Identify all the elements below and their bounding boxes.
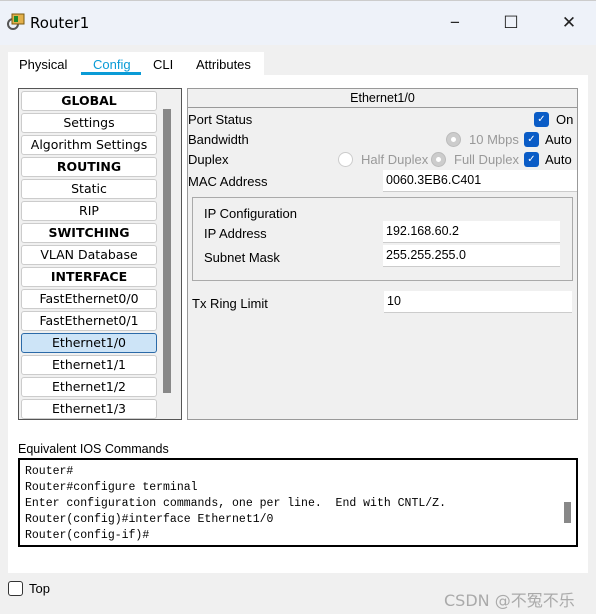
tx-ring-limit-input[interactable]: 10 bbox=[384, 291, 572, 313]
sidebar-item-ethernet1-2[interactable]: Ethernet1/2 bbox=[21, 377, 157, 397]
router-icon bbox=[7, 13, 25, 30]
close-button[interactable]: ✕ bbox=[554, 11, 584, 35]
sidebar-item-global: GLOBAL bbox=[21, 91, 157, 111]
interface-panel: Ethernet1/0 Port Status ✓ On Bandwidth 1… bbox=[187, 88, 578, 420]
ios-commands-label: Equivalent IOS Commands bbox=[18, 442, 169, 456]
minimize-button[interactable]: − bbox=[440, 11, 470, 35]
bandwidth-10mbps-label: 10 Mbps bbox=[469, 132, 519, 147]
mac-address-input[interactable]: 0060.3EB6.C401 bbox=[383, 170, 577, 192]
sidebar-item-routing: ROUTING bbox=[21, 157, 157, 177]
ip-address-input[interactable]: 192.168.60.2 bbox=[383, 221, 560, 243]
ip-configuration-group: IP Configuration IP Address 192.168.60.2… bbox=[192, 197, 573, 281]
console-line: Enter configuration commands, one per li… bbox=[25, 497, 446, 510]
half-duplex-label: Half Duplex bbox=[361, 152, 429, 167]
sidebar-item-ethernet1-3[interactable]: Ethernet1/3 bbox=[21, 399, 157, 419]
tab-cli[interactable]: CLI bbox=[153, 57, 173, 72]
ios-commands-console[interactable]: Router# Router#configure terminal Enter co… bbox=[18, 458, 578, 547]
full-duplex-label: Full Duplex bbox=[454, 152, 520, 167]
window-title: Router1 bbox=[30, 14, 90, 32]
sidebar-item-vlan-database[interactable]: VLAN Database bbox=[21, 245, 157, 265]
console-scrollbar[interactable] bbox=[564, 502, 571, 523]
sidebar-item-interface: INTERFACE bbox=[21, 267, 157, 287]
top-checkbox[interactable] bbox=[8, 581, 23, 596]
subnet-mask-label: Subnet Mask bbox=[204, 250, 280, 265]
sidebar-item-fastethernet0-0[interactable]: FastEthernet0/0 bbox=[21, 289, 157, 309]
sidebar-item-static[interactable]: Static bbox=[21, 179, 157, 199]
ip-address-label: IP Address bbox=[204, 226, 267, 241]
sidebar-scrollbar[interactable] bbox=[163, 109, 171, 393]
console-line: Router#configure terminal bbox=[25, 481, 198, 494]
sidebar-item-ethernet1-0[interactable]: Ethernet1/0 bbox=[21, 333, 157, 353]
title-bar: Router1 − ☐ ✕ bbox=[0, 0, 596, 45]
top-label: Top bbox=[29, 581, 50, 596]
tab-bar: Physical Config CLI Attributes bbox=[8, 52, 264, 76]
watermark: CSDN @不冤不乐 bbox=[444, 591, 575, 610]
half-duplex-radio[interactable] bbox=[338, 152, 353, 167]
tab-config[interactable]: Config bbox=[93, 57, 131, 72]
duplex-auto-label: Auto bbox=[545, 152, 572, 167]
bandwidth-auto-label: Auto bbox=[545, 132, 572, 147]
sidebar-item-switching: SWITCHING bbox=[21, 223, 157, 243]
sidebar-item-ethernet1-1[interactable]: Ethernet1/1 bbox=[21, 355, 157, 375]
sidebar-item-settings[interactable]: Settings bbox=[21, 113, 157, 133]
tab-attributes[interactable]: Attributes bbox=[196, 57, 251, 72]
bandwidth-auto-checkbox[interactable]: ✓ bbox=[524, 132, 539, 147]
bandwidth-label: Bandwidth bbox=[188, 132, 249, 147]
sidebar-item-rip[interactable]: RIP bbox=[21, 201, 157, 221]
sidebar-item-algorithm-settings[interactable]: Algorithm Settings bbox=[21, 135, 157, 155]
full-duplex-radio[interactable] bbox=[431, 152, 446, 167]
port-status-label: Port Status bbox=[188, 112, 253, 127]
duplex-auto-checkbox[interactable]: ✓ bbox=[524, 152, 539, 167]
duplex-label: Duplex bbox=[188, 152, 229, 167]
panel-title: Ethernet1/0 bbox=[188, 89, 577, 108]
maximize-button[interactable]: ☐ bbox=[496, 11, 526, 35]
subnet-mask-input[interactable]: 255.255.255.0 bbox=[383, 245, 560, 267]
bandwidth-10mbps-radio[interactable] bbox=[446, 132, 461, 147]
port-status-checkbox[interactable]: ✓ bbox=[534, 112, 549, 127]
tab-physical[interactable]: Physical bbox=[19, 57, 67, 72]
port-status-on-label: On bbox=[556, 112, 574, 127]
sidebar-list: GLOBAL Settings Algorithm Settings ROUTING S… bbox=[18, 88, 182, 420]
tx-ring-limit-label: Tx Ring Limit bbox=[192, 296, 268, 311]
ip-configuration-title: IP Configuration bbox=[204, 206, 297, 221]
console-line: Router(config)#interface Ethernet1/0 bbox=[25, 513, 274, 526]
mac-address-label: MAC Address bbox=[188, 174, 268, 189]
console-line: Router(config-if)# bbox=[25, 529, 150, 542]
console-line: Router# bbox=[25, 465, 74, 478]
sidebar-item-fastethernet0-1[interactable]: FastEthernet0/1 bbox=[21, 311, 157, 331]
